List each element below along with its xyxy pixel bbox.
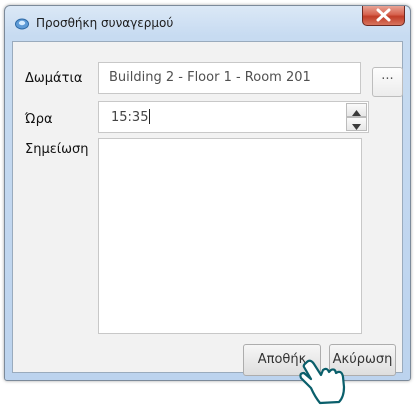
title-bar[interactable]: Προσθήκη συναγερμού bbox=[5, 6, 410, 41]
text-caret bbox=[149, 109, 151, 124]
window-title: Προσθήκη συναγερμού bbox=[36, 16, 174, 30]
dialog-content: Δωμάτια Building 2 - Floor 1 - Room 201 … bbox=[12, 41, 403, 376]
close-button[interactable] bbox=[362, 6, 405, 26]
bell-icon bbox=[15, 18, 29, 30]
note-textarea[interactable] bbox=[98, 138, 362, 334]
room-field[interactable]: Building 2 - Floor 1 - Room 201 bbox=[98, 62, 361, 94]
dialog-window: Προσθήκη συναγερμού Δωμάτια Building 2 -… bbox=[4, 5, 411, 381]
spin-down-button[interactable] bbox=[346, 117, 367, 131]
room-label: Δωμάτια bbox=[25, 71, 83, 86]
time-label: Ώρα bbox=[25, 112, 53, 127]
time-field[interactable]: 15:35 bbox=[98, 101, 369, 133]
close-icon bbox=[376, 8, 391, 22]
note-label: Σημείωση bbox=[25, 142, 89, 157]
arrow-down-icon bbox=[352, 124, 361, 130]
room-field-value: Building 2 - Floor 1 - Room 201 bbox=[109, 70, 311, 85]
spin-up-button[interactable] bbox=[346, 103, 367, 117]
browse-rooms-button[interactable]: ··· bbox=[372, 67, 403, 97]
time-field-value: 15:35 bbox=[111, 110, 149, 125]
hand-pointer-icon bbox=[299, 359, 346, 405]
